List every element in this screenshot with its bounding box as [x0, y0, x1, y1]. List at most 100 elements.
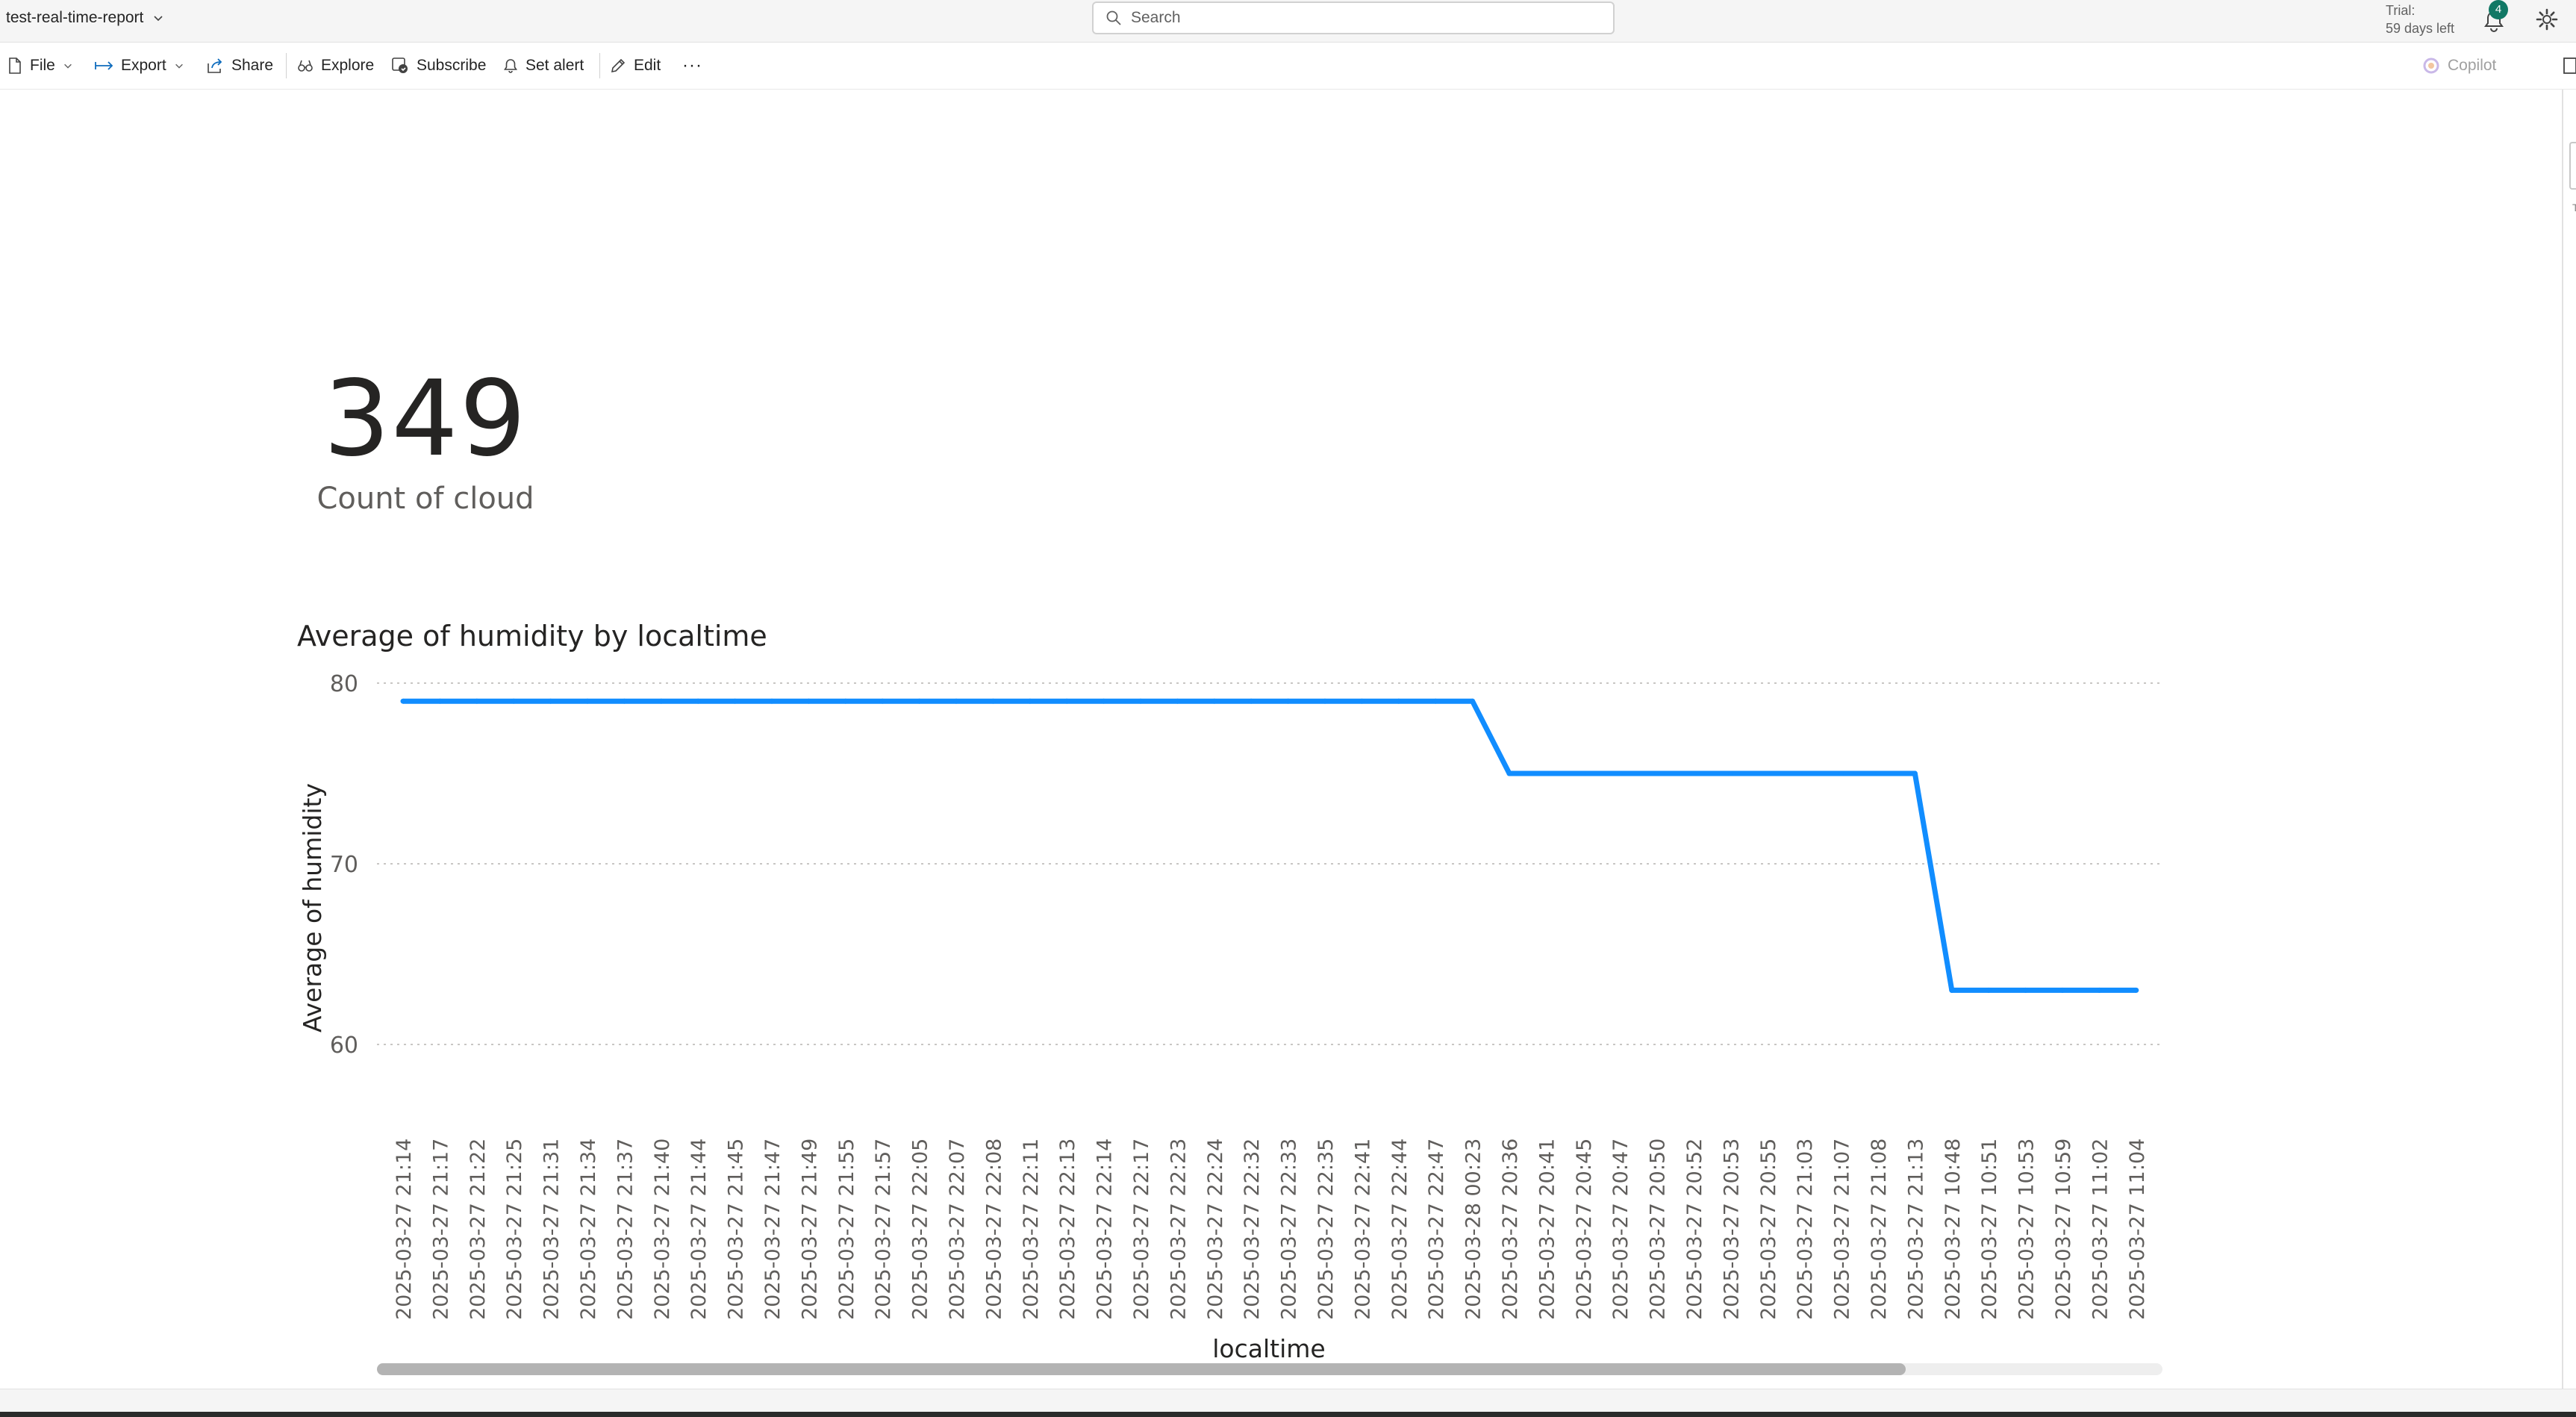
data-point[interactable]: [1174, 698, 1180, 704]
x-tick-label: 2025-03-27 21:07: [1831, 1139, 1854, 1320]
data-point[interactable]: [1801, 770, 1807, 776]
x-tick-label: 2025-03-27 21:14: [393, 1139, 416, 1320]
y-tick-label: 60: [330, 1033, 358, 1059]
y-axis-ticks: 80 70 60: [330, 671, 358, 1059]
x-axis-ticks: 2025-03-27 21:14 2025-03-27 21:17 2025-03-…: [393, 1139, 2149, 1320]
data-point[interactable]: [1654, 770, 1660, 776]
x-tick-label: 2025-03-27 22:13: [1056, 1139, 1079, 1320]
data-point[interactable]: [1727, 770, 1733, 776]
x-tick-label: 2025-03-27 20:36: [1499, 1139, 1522, 1320]
data-point[interactable]: [1432, 698, 1438, 704]
x-tick-label: 2025-03-27 22:35: [1314, 1139, 1338, 1320]
data-point[interactable]: [621, 698, 627, 704]
data-point[interactable]: [1617, 770, 1623, 776]
x-tick-label: 2025-03-27 21:37: [614, 1139, 637, 1320]
data-point[interactable]: [2059, 987, 2065, 993]
data-point[interactable]: [1691, 770, 1697, 776]
x-tick-label: 2025-03-27 22:11: [1020, 1139, 1043, 1320]
x-tick-label: 2025-03-27 22:07: [946, 1139, 969, 1320]
x-tick-label: 2025-03-27 21:13: [1904, 1139, 1927, 1320]
y-axis-title: Average of humidity: [298, 783, 327, 1033]
data-point[interactable]: [1986, 987, 1992, 993]
x-tick-label: 2025-03-27 22:33: [1278, 1139, 1301, 1320]
x-tick-label: 2025-03-27 20:53: [1720, 1139, 1743, 1320]
x-tick-label: 2025-03-27 21:45: [725, 1139, 748, 1320]
data-point[interactable]: [1211, 698, 1217, 704]
x-tick-label: 2025-03-27 21:44: [687, 1139, 711, 1320]
x-tick-label: 2025-03-27 20:41: [1535, 1139, 1559, 1320]
data-point[interactable]: [1359, 698, 1365, 704]
x-tick-label: 2025-03-27 22:14: [1094, 1139, 1117, 1320]
data-point[interactable]: [511, 698, 517, 704]
data-point[interactable]: [732, 698, 738, 704]
x-tick-label: 2025-03-27 20:55: [1757, 1139, 1780, 1320]
data-point[interactable]: [695, 698, 701, 704]
data-point[interactable]: [917, 698, 923, 704]
chart-scrollbar-thumb[interactable]: [377, 1363, 1906, 1375]
x-tick-label: 2025-03-27 22:47: [1425, 1139, 1448, 1320]
data-point[interactable]: [1949, 987, 1955, 993]
data-point[interactable]: [879, 698, 885, 704]
data-point[interactable]: [584, 698, 590, 704]
y-tick-label: 70: [330, 852, 358, 878]
data-point[interactable]: [2023, 987, 2029, 993]
data-point[interactable]: [1285, 698, 1291, 704]
data-point[interactable]: [1506, 770, 1512, 776]
data-point[interactable]: [658, 698, 664, 704]
x-tick-label: 2025-03-27 21:08: [1868, 1139, 1891, 1320]
x-tick-label: 2025-03-28 00:23: [1462, 1139, 1485, 1320]
data-point[interactable]: [1470, 698, 1476, 704]
x-tick-label: 2025-03-27 10:53: [2015, 1139, 2039, 1320]
x-tick-label: 2025-03-27 21:47: [761, 1139, 785, 1320]
data-point[interactable]: [400, 698, 406, 704]
data-point[interactable]: [1027, 698, 1033, 704]
data-point[interactable]: [548, 698, 554, 704]
x-tick-label: 2025-03-27 22:24: [1204, 1139, 1227, 1320]
data-point[interactable]: [1396, 698, 1402, 704]
data-point[interactable]: [769, 698, 775, 704]
x-tick-label: 2025-03-27 21:03: [1794, 1139, 1817, 1320]
chart-series: [400, 698, 2139, 993]
data-point[interactable]: [1839, 770, 1844, 776]
x-tick-label: 2025-03-27 20:50: [1647, 1139, 1670, 1320]
data-point[interactable]: [1248, 698, 1254, 704]
chart-gridlines: [377, 682, 2162, 1045]
y-tick-label: 80: [330, 671, 358, 697]
x-tick-label: 2025-03-27 10:48: [1942, 1139, 1965, 1320]
x-tick-label: 2025-03-27 21:49: [798, 1139, 821, 1320]
data-point[interactable]: [2133, 987, 2139, 993]
data-point[interactable]: [843, 698, 849, 704]
data-point[interactable]: [1912, 770, 1918, 776]
x-tick-label: 2025-03-27 22:32: [1241, 1139, 1264, 1320]
data-point[interactable]: [805, 698, 811, 704]
data-point[interactable]: [1875, 770, 1881, 776]
data-point[interactable]: [953, 698, 959, 704]
x-tick-label: 2025-03-27 22:44: [1388, 1139, 1412, 1320]
data-point[interactable]: [1064, 698, 1070, 704]
x-tick-label: 2025-03-27 22:05: [909, 1139, 932, 1320]
x-tick-label: 2025-03-27 22:23: [1167, 1139, 1190, 1320]
bottom-status-bar: [0, 1389, 2576, 1417]
data-point[interactable]: [437, 698, 443, 704]
x-tick-label: 2025-03-27 20:45: [1573, 1139, 1596, 1320]
data-point[interactable]: [1322, 698, 1328, 704]
x-tick-label: 2025-03-27 21:17: [429, 1139, 452, 1320]
humidity-line-chart[interactable]: 807060 2025-03-27 21:14 2025-03-27 21:17 2…: [0, 0, 2576, 1416]
x-tick-label: 2025-03-27 21:22: [467, 1139, 490, 1320]
data-point[interactable]: [1580, 770, 1586, 776]
data-point[interactable]: [2096, 987, 2102, 993]
x-tick-label: 2025-03-27 21:25: [503, 1139, 526, 1320]
data-point[interactable]: [1765, 770, 1771, 776]
x-tick-label: 2025-03-27 22:17: [1130, 1139, 1153, 1320]
data-point[interactable]: [1543, 770, 1549, 776]
x-tick-label: 2025-03-27 20:47: [1609, 1139, 1632, 1320]
x-tick-label: 2025-03-27 22:08: [982, 1139, 1005, 1320]
humidity-series-line[interactable]: [403, 698, 2136, 993]
x-tick-label: 2025-03-27 11:04: [2126, 1139, 2149, 1320]
data-point[interactable]: [1138, 698, 1144, 704]
data-point[interactable]: [990, 698, 996, 704]
x-tick-label: 2025-03-27 21:40: [651, 1139, 674, 1320]
data-point[interactable]: [474, 698, 480, 704]
x-tick-label: 2025-03-27 21:34: [577, 1139, 600, 1320]
data-point[interactable]: [1101, 698, 1107, 704]
